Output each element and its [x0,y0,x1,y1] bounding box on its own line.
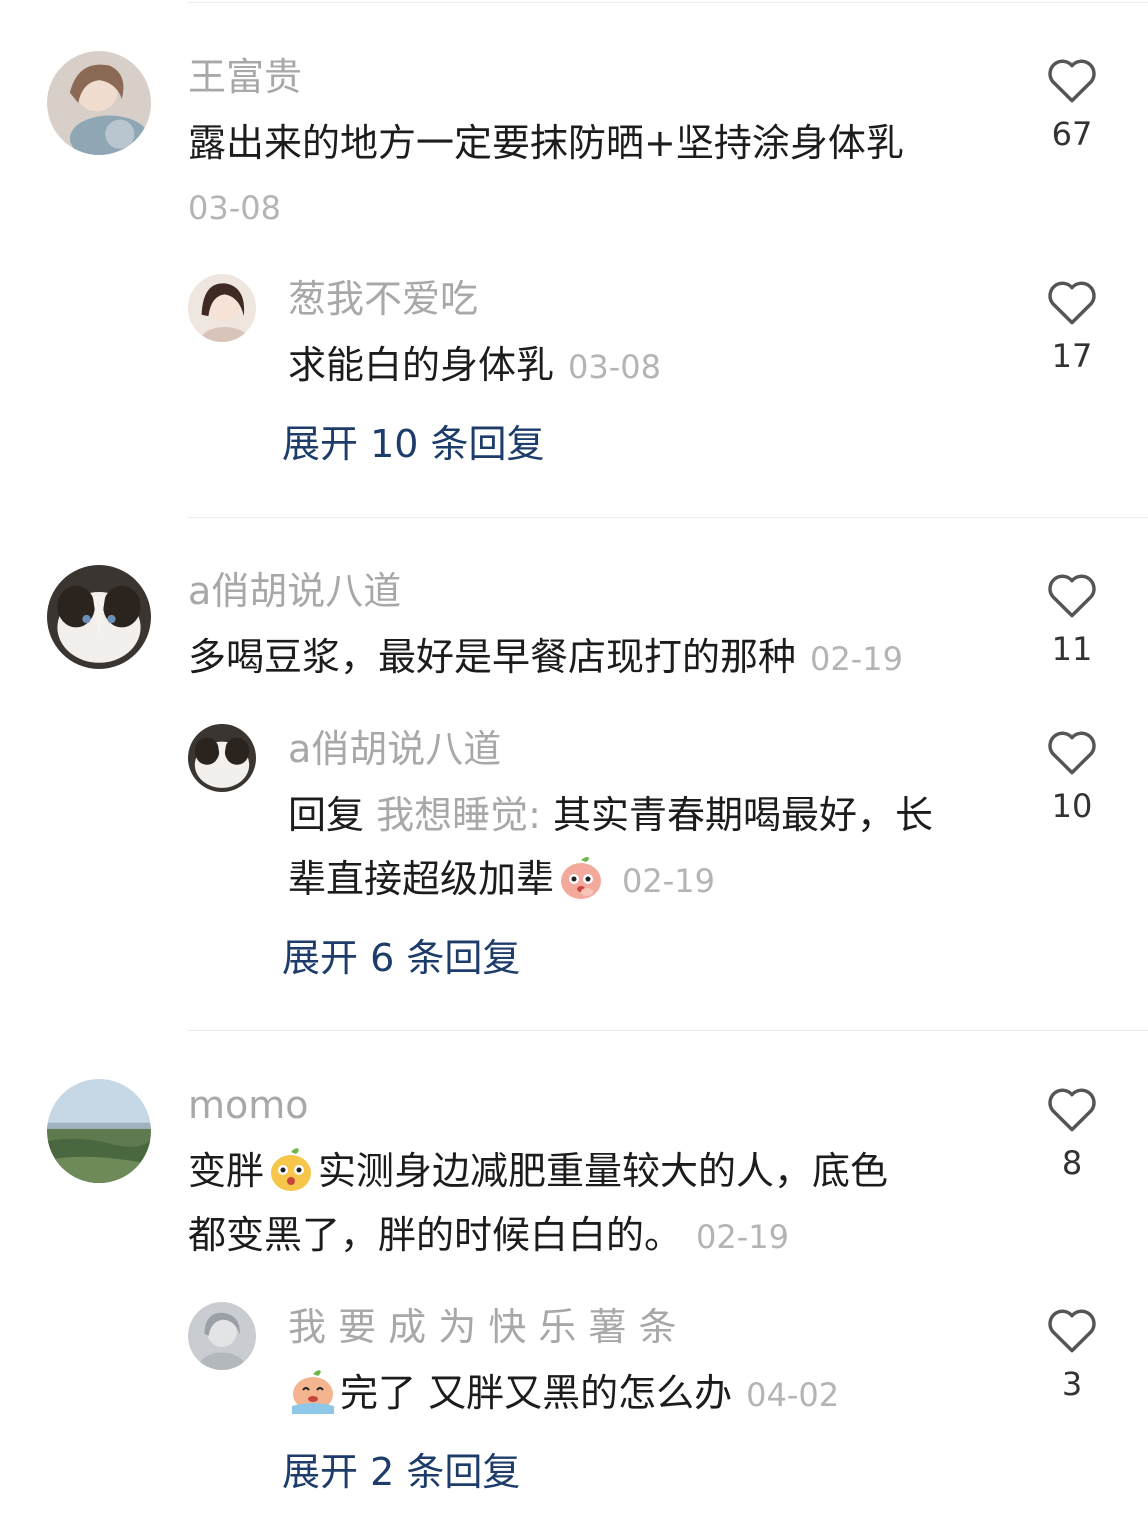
comment-text-content: 都变黑了，胖的时候白白的。 [188,1213,683,1257]
crying-emoji-icon [288,1366,338,1416]
heart-icon [1048,1088,1096,1132]
comment-text-content: 多喝豆浆，最好是早餐店现打的那种 [188,635,797,679]
username[interactable]: momo [188,1082,309,1128]
like-button[interactable]: 10 [1037,728,1107,826]
comment-text-line: 变胖 实测身边减肥重量较大的人，底色 [188,1139,1008,1203]
comment-text: 变胖 实测身边减肥重量较大的人，底色 都变黑了，胖的时候白白的。 02-19 [188,1139,1008,1269]
avatar[interactable] [47,51,151,155]
heart-icon [1048,59,1096,103]
like-count: 10 [1051,787,1093,825]
reply-text-content: 其实青春期喝最好，长 [553,793,934,837]
like-count: 11 [1051,630,1093,668]
comment-text-content: 露出来的地方一定要抹防晒+坚持涂身体乳 [188,121,904,165]
username[interactable]: a俏胡说八道 [188,568,401,614]
username[interactable]: 王富贵 [188,54,302,100]
heart-icon [1048,731,1096,775]
reply-text-content: 辈直接超级加辈 [288,857,555,901]
expand-replies-link[interactable]: 展开 2 条回复 [282,1449,520,1495]
avatar[interactable] [47,565,151,669]
heart-icon [1048,574,1096,618]
comment-date: 02-19 [810,640,903,678]
reply-username[interactable]: 葱我不爱吃 [288,276,478,322]
reply-text-line: 回复 我想睡觉: 其实青春期喝最好，长 [288,783,1008,847]
reply-date: 03-08 [568,348,661,386]
comment-date: 02-19 [696,1218,789,1256]
heart-icon [1048,281,1096,325]
reply-username[interactable]: a俏胡说八道 [288,726,501,772]
avatar[interactable] [188,1302,256,1370]
like-button[interactable]: 8 [1037,1085,1107,1183]
comment-text: 多喝豆浆，最好是早餐店现打的那种 02-19 [188,625,1008,691]
reply-text-line: 辈直接超级加辈 02-19 [288,847,1008,913]
expand-replies-link[interactable]: 展开 6 条回复 [282,935,520,981]
shy-emoji-icon [556,852,606,902]
comment-text: 露出来的地方一定要抹防晒+坚持涂身体乳 [188,111,1008,175]
like-button[interactable]: 67 [1037,56,1107,154]
reply-prefix: 回复 [288,793,365,837]
heart-icon [1048,1309,1096,1353]
reply-text: 回复 我想睡觉: 其实青春期喝最好，长 辈直接超级加辈 02-19 [288,783,1008,913]
like-button[interactable]: 17 [1037,278,1107,376]
reply-date: 02-19 [622,862,715,900]
comment-text-line: 都变黑了，胖的时候白白的。 02-19 [188,1203,1008,1269]
reply-text: 求能白的身体乳 03-08 [288,333,1008,399]
comment-text-content: 变胖 [188,1149,265,1193]
divider [188,2,1148,3]
divider [188,517,1148,518]
reply-text-content: 求能白的身体乳 [288,343,555,387]
comment-date: 03-08 [188,189,281,227]
reply-to-user[interactable]: 我想睡觉: [376,793,541,837]
reply-date: 04-02 [746,1376,840,1414]
like-count: 17 [1051,337,1093,375]
like-button[interactable]: 11 [1037,571,1107,669]
like-count: 67 [1051,115,1093,153]
like-count: 8 [1061,1144,1083,1182]
avatar[interactable] [188,274,256,342]
avatar[interactable] [188,724,256,792]
divider [188,1030,1148,1031]
like-count: 3 [1061,1365,1083,1403]
like-button[interactable]: 3 [1037,1306,1107,1404]
avatar[interactable] [47,1079,151,1183]
surprised-emoji-icon [266,1144,316,1194]
reply-text: 完了 又胖又黑的怎么办 04-02 [288,1361,1008,1427]
reply-username[interactable]: 我 要 成 为 快 乐 薯 条 [288,1304,677,1350]
comment-text-content: 实测身边减肥重量较大的人，底色 [318,1149,889,1193]
expand-replies-link[interactable]: 展开 10 条回复 [282,421,545,467]
reply-text-content: 完了 又胖又黑的怎么办 [340,1371,733,1415]
